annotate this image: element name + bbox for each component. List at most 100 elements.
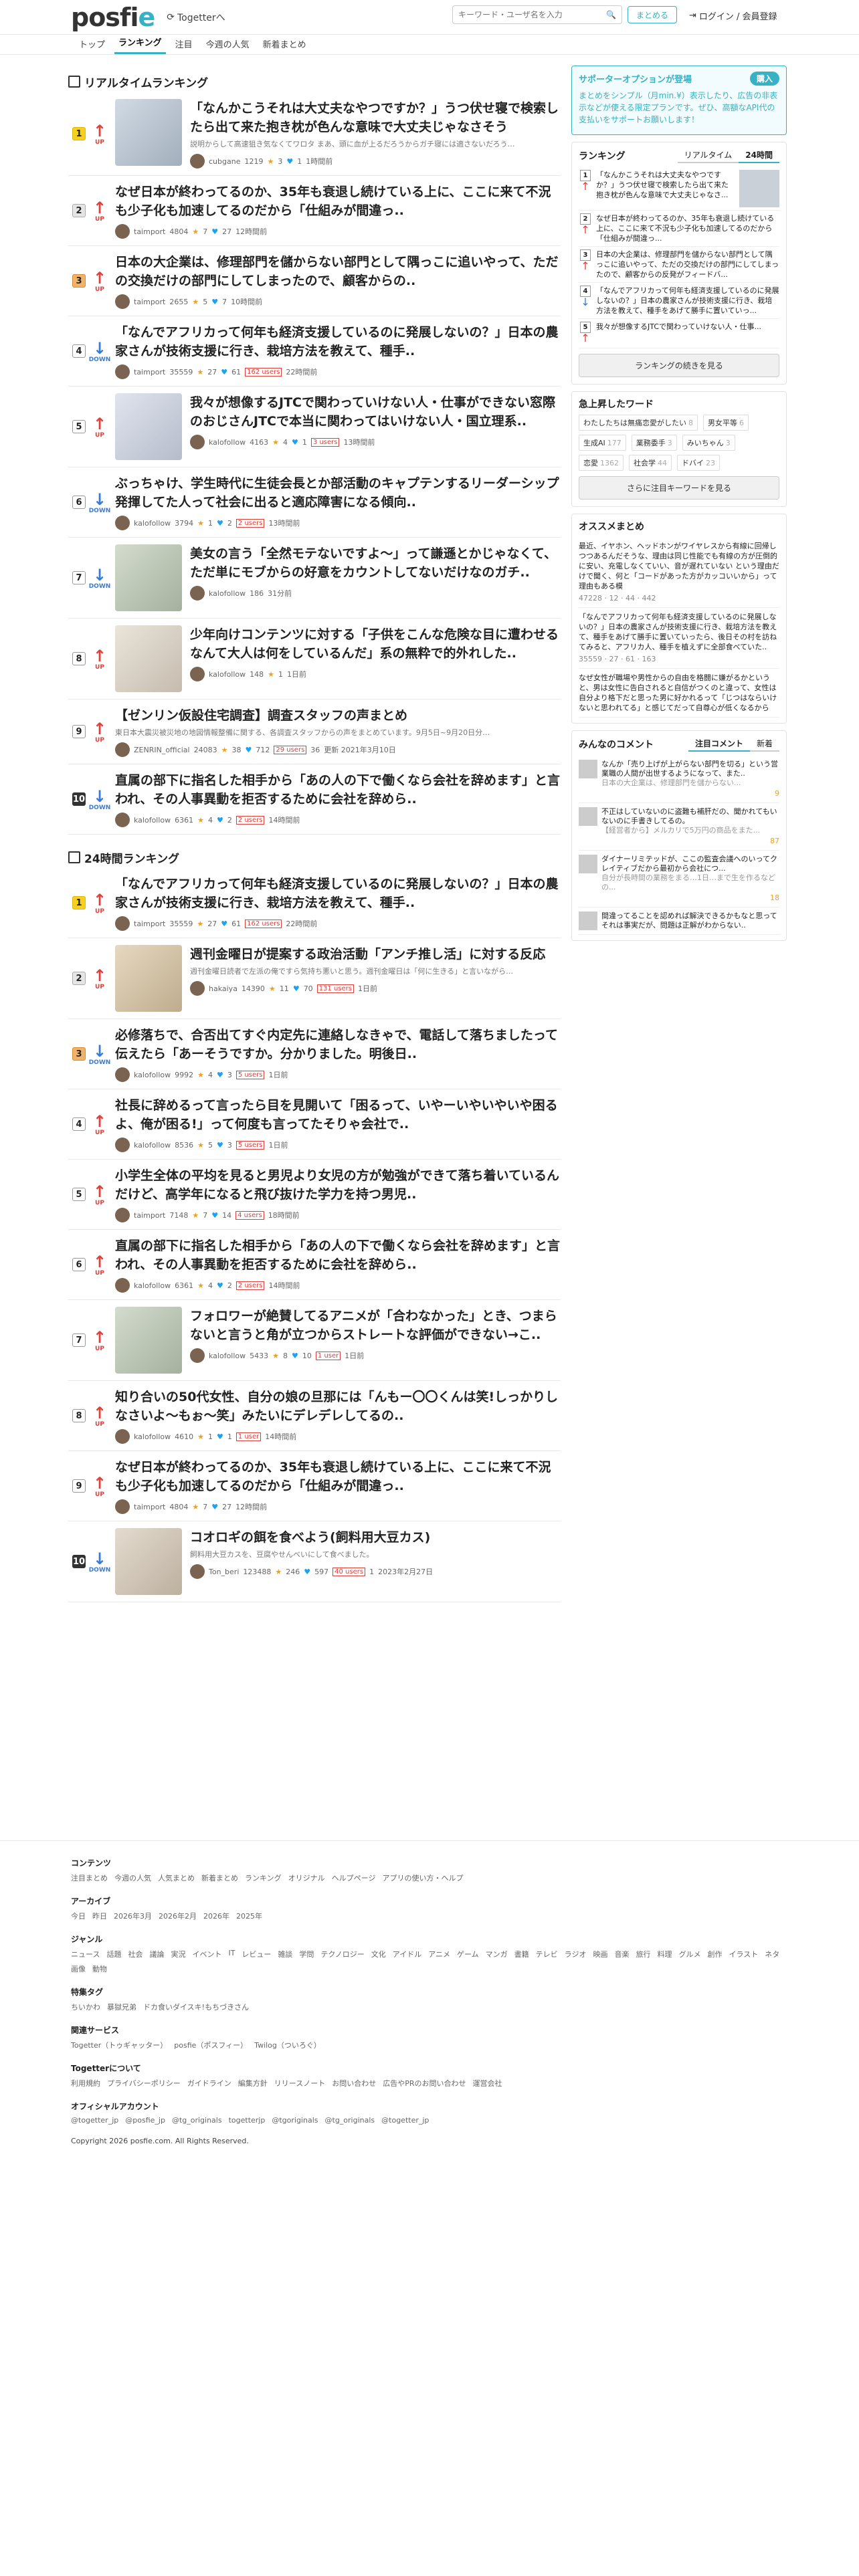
footer-link[interactable]: マンガ: [486, 1949, 508, 1959]
footer-link[interactable]: 運営会社: [473, 2078, 502, 2088]
avatar[interactable]: [190, 1564, 205, 1579]
tab-featured-comments[interactable]: 注目コメント: [688, 736, 750, 752]
item-title[interactable]: 我々が想像するJTCで関わっていけない人・仕事ができない窓際のおじさんJTCで本…: [190, 393, 561, 431]
comment-item[interactable]: 間違ってることを認めれば解決できるかもなと思ってそれは事実だが、問題は正解がわか…: [579, 907, 779, 935]
keyword-tag[interactable]: 業務委手 3: [631, 435, 677, 451]
sidebar-ranking-item[interactable]: 4 ↓ 「なんでアフリカって何年も経済支援しているのに発展しないの？」日本の農家さん…: [579, 283, 779, 319]
item-title[interactable]: フォロワーが絶賛してるアニメが「合わなかった」とき、つまらないと言うと角が立つか…: [190, 1307, 561, 1344]
item-title[interactable]: 少年向けコンテンツに対する「子供をこんな危険な目に遭わせるなんて大人は何をしてい…: [190, 625, 561, 663]
footer-link[interactable]: 雑談: [278, 1949, 292, 1959]
item-title[interactable]: 知り合いの50代女性、自分の娘の旦那には「んもー〇〇くんは笑!しっかりしなさいよ…: [115, 1388, 561, 1425]
username[interactable]: taimport: [134, 227, 165, 236]
item-title[interactable]: なぜ日本が終わってるのか、35年も衰退し続けている上に、ここに来て不況も少子化も…: [115, 1458, 561, 1495]
ranking-item[interactable]: 1 ↑ UP 「なんかこうそれは大丈夫なやつですか？」うつ伏せ寝で検索したら出て来た抱…: [68, 92, 561, 176]
avatar[interactable]: [115, 1067, 130, 1082]
users-badge[interactable]: 2 users: [235, 518, 265, 528]
footer-link[interactable]: IT: [228, 1949, 235, 1959]
ranking-item[interactable]: 8 ↑ UP 少年向けコンテンツに対する「子供をこんな危険な目に遭わせるなんて大人は何…: [68, 619, 561, 700]
item-title[interactable]: 「なんでアフリカって何年も経済支援しているのに発展しないの？」日本の農家さんが技…: [115, 875, 561, 912]
username[interactable]: kalofollow: [209, 1352, 246, 1360]
footer-link[interactable]: リリースノート: [274, 2078, 325, 2088]
footer-link[interactable]: 新着まとめ: [201, 1872, 238, 1883]
ranking-item[interactable]: 1 ↑ UP 「なんでアフリカって何年も経済支援しているのに発展しないの？」日本の農家…: [68, 868, 561, 938]
footer-link[interactable]: 動物: [92, 1963, 107, 1974]
avatar[interactable]: [115, 1138, 130, 1152]
footer-link[interactable]: 注目まとめ: [71, 1872, 108, 1883]
username[interactable]: hakaiya: [209, 984, 237, 993]
users-badge[interactable]: 5 users: [235, 1140, 265, 1150]
avatar[interactable]: [115, 516, 130, 530]
footer-link[interactable]: ラジオ: [565, 1949, 587, 1959]
username[interactable]: kalofollow: [134, 1432, 171, 1441]
username[interactable]: kalofollow: [134, 1281, 171, 1290]
nav-tab[interactable]: ランキング: [114, 35, 166, 54]
avatar[interactable]: [190, 981, 205, 996]
footer-link[interactable]: posfie（ポスフィー）: [174, 2040, 248, 2050]
footer-link[interactable]: 実況: [171, 1949, 185, 1959]
keyword-tag[interactable]: ドバイ 23: [677, 455, 720, 471]
username[interactable]: Ton_beri: [209, 1568, 239, 1576]
keyword-tag[interactable]: 恋愛 1362: [579, 455, 624, 471]
footer-link[interactable]: イベント: [192, 1949, 221, 1959]
footer-link[interactable]: アイドル: [393, 1949, 421, 1959]
footer-link[interactable]: 編集方針: [238, 2078, 268, 2088]
footer-link[interactable]: ゲーム: [457, 1949, 479, 1959]
username[interactable]: cubgane: [209, 157, 240, 166]
thumbnail-image[interactable]: [115, 1307, 182, 1374]
footer-link[interactable]: @togetter_jp: [381, 2116, 429, 2125]
avatar[interactable]: [115, 1208, 130, 1222]
ranking-item[interactable]: 2 ↑ UP 週刊金曜日が提案する政治活動「アンチ推し活」に対する反応 週刊金曜日読者で…: [68, 938, 561, 1019]
username[interactable]: taimport: [134, 368, 165, 377]
footer-link[interactable]: 今週の人気: [114, 1872, 151, 1883]
item-title[interactable]: 週刊金曜日が提案する政治活動「アンチ推し活」に対する反応: [190, 945, 561, 964]
ranking-item[interactable]: 5 ↑ UP 我々が想像するJTCで関わっていけない人・仕事ができない窓際のおじさんJ…: [68, 387, 561, 467]
footer-link[interactable]: 2025年: [236, 1911, 262, 1921]
avatar[interactable]: [115, 1499, 130, 1514]
users-badge[interactable]: 40 users: [332, 1567, 366, 1576]
thumbnail-image[interactable]: [115, 393, 182, 460]
thumbnail-image[interactable]: [115, 99, 182, 166]
avatar[interactable]: [190, 586, 205, 601]
users-badge[interactable]: 2 users: [235, 1281, 265, 1290]
ranking-item[interactable]: 10 ↓ DOWN コオロギの餌を食べよう(飼料用大豆カス) 飼料用大豆カスを、豆腐やせ…: [68, 1521, 561, 1602]
item-title[interactable]: 小学生全体の平均を見ると男児より女児の方が勉強ができて落ち着いているんだけど、高…: [115, 1166, 561, 1204]
tab-new-comments[interactable]: 新着: [749, 736, 779, 752]
nav-tab[interactable]: 新着まとめ: [259, 37, 310, 54]
ranking-item[interactable]: 10 ↓ DOWN 直属の部下に指名した相手から「あの人の下で働くなら会社を辞めます」…: [68, 764, 561, 835]
search-input[interactable]: [458, 10, 607, 19]
footer-link[interactable]: @togetter_jp: [71, 2116, 118, 2125]
username[interactable]: taimport: [134, 298, 165, 306]
avatar[interactable]: [190, 435, 205, 449]
supporter-panel[interactable]: サポーターオプションが登場 購入 まとめをシンプル（月min.¥）表示したり、広告…: [571, 66, 787, 135]
keyword-tag[interactable]: 男女平等 6: [703, 415, 749, 431]
keywords-more-button[interactable]: さらに注目キーワードを見る: [579, 476, 779, 500]
ranking-item[interactable]: 2 ↑ UP なぜ日本が終わってるのか、35年も衰退し続けている上に、ここに来て不況も…: [68, 176, 561, 246]
recommended-item[interactable]: 最近、イヤホン、ヘッドホンがワイヤレスから有線に回帰しつつあるんだそうな、理由は…: [579, 537, 779, 608]
sidebar-thumbnail[interactable]: [739, 170, 779, 207]
users-badge[interactable]: 162 users: [245, 367, 282, 377]
comment-item[interactable]: ダイナーリミテッドが、ここの監査会議へのいってクレイティブだから最初から会社につ…: [579, 851, 779, 907]
footer-link[interactable]: 今日: [71, 1911, 86, 1921]
ranking-item[interactable]: 3 ↑ UP 日本の大企業は、修理部門を儲からない部門として隅っこに追いやって、ただの…: [68, 246, 561, 316]
users-badge[interactable]: 131 users: [316, 984, 354, 993]
comment-item[interactable]: 不正はしていないのに盗難も補肝だの、聞かれてもいないのに手書きしてるの。 【経営者…: [579, 803, 779, 851]
nav-tab[interactable]: 注目: [171, 37, 197, 54]
footer-link[interactable]: オリジナル: [288, 1872, 325, 1883]
item-title[interactable]: 美女の言う「全然モテないですよ～」って謙遜とかじゃなくて、ただ単にモブからの好意…: [190, 544, 561, 582]
ranking-item[interactable]: 9 ↑ UP 【ゼンリン仮設住宅調査】調査スタッフの声まとめ 東日本大震災被災地の地図情…: [68, 700, 561, 764]
footer-link[interactable]: Twilog（ついろぐ）: [254, 2040, 321, 2050]
ranking-item[interactable]: 4 ↑ UP 社長に辞めるって言ったら目を見開いて「困るって、いやーいやいやいや困るよ…: [68, 1089, 561, 1160]
users-badge[interactable]: 29 users: [274, 745, 307, 754]
ranking-item[interactable]: 6 ↑ UP 直属の部下に指名した相手から「あの人の下で働くなら会社を辞めます」と言わ…: [68, 1230, 561, 1300]
username[interactable]: ZENRIN_official: [134, 746, 190, 754]
users-badge[interactable]: 1 user: [235, 1432, 262, 1441]
keyword-tag[interactable]: わたしたちは無痛恋愛がしたい 8: [579, 415, 698, 431]
login-link[interactable]: ⇥ ログイン / 会員登録: [689, 9, 777, 22]
users-badge[interactable]: 3 users: [310, 437, 340, 447]
keyword-tag[interactable]: 社会学 44: [629, 455, 672, 471]
footer-link[interactable]: ちいかわ: [71, 2002, 100, 2012]
users-badge[interactable]: 162 users: [245, 919, 282, 928]
footer-link[interactable]: ランキング: [245, 1872, 282, 1883]
users-badge[interactable]: 5 users: [235, 1070, 265, 1079]
footer-link[interactable]: お問い合わせ: [332, 2078, 376, 2088]
